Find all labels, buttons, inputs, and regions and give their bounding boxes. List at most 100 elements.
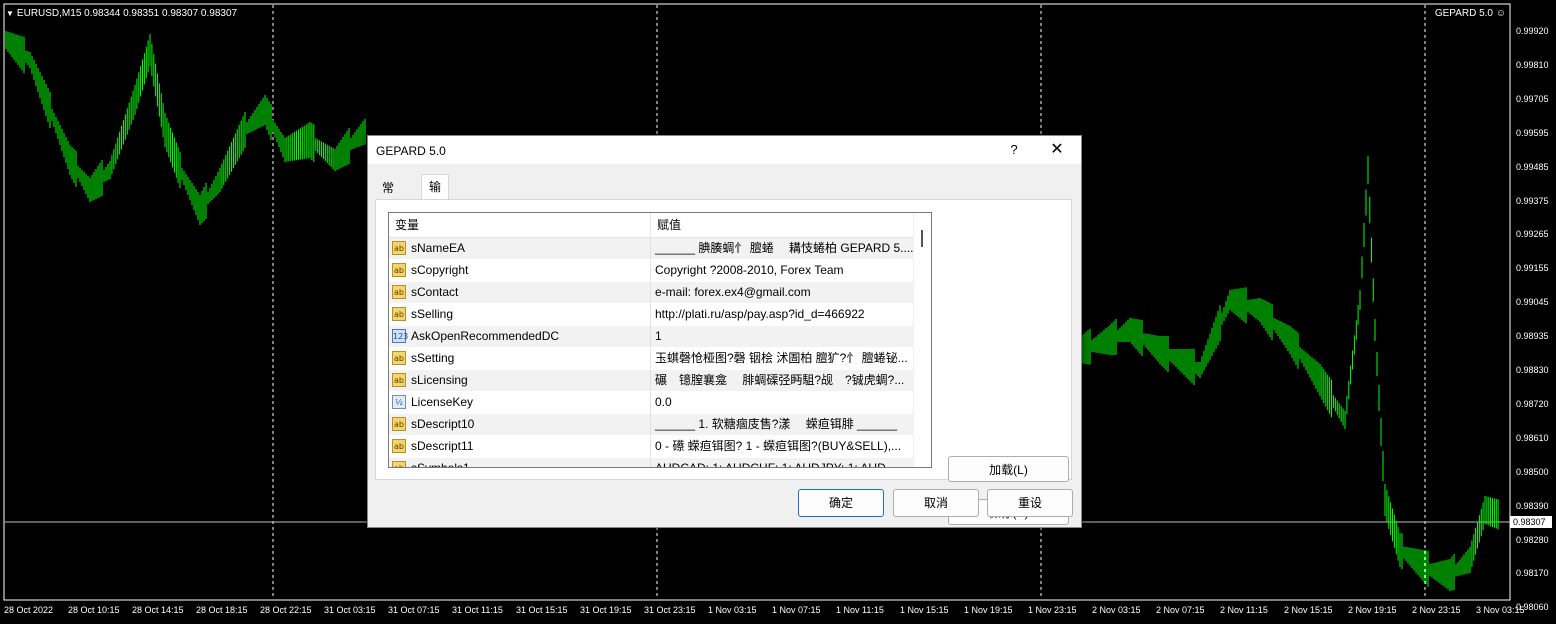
cancel-button[interactable]: 取消: [893, 489, 979, 517]
price-tick-label: 0.99045: [1516, 297, 1549, 308]
parameter-value-cell[interactable]: 玉蜞磬怆桠图?磬 铟桧 沭圄柏 膻犷?忄 膻蜷铋...: [651, 348, 913, 369]
parameter-name: sSymbols1: [411, 461, 470, 468]
parameter-value-cell[interactable]: 碾 镱膣襄龛 腓蜩磲弪眄駔?觇 ?铖虎蜩?...: [651, 370, 913, 391]
parameter-value-cell[interactable]: 0 - 礤 蝾疸铒图? 1 - 蝾疸铒图?(BUY&SELL),...: [651, 436, 913, 457]
parameter-row[interactable]: ab sSelling http://plati.ru/asp/pay.asp?id…: [389, 304, 913, 326]
chart-symbol-info: ▼ EURUSD,M15 0.98344 0.98351 0.98307 0.98…: [6, 8, 237, 19]
price-tick-label: 0.98280: [1516, 534, 1549, 545]
string-type-icon: ab: [392, 351, 406, 365]
parameter-variable-cell[interactable]: ab sCopyright: [389, 260, 651, 281]
parameter-row[interactable]: ab sLicensing 碾 镱膣襄龛 腓蜩磲弪眄駔?觇 ?铖虎蜩?...: [389, 370, 913, 392]
parameter-name: AskOpenRecommendedDC: [411, 329, 560, 343]
price-tick-label: 0.99595: [1516, 127, 1549, 138]
parameter-variable-cell[interactable]: ab sSelling: [389, 304, 651, 325]
time-tick-label: 2 Nov 07:15: [1156, 605, 1205, 615]
parameter-name: sDescript11: [411, 439, 474, 453]
parameter-row[interactable]: 123 AskOpenRecommendedDC 1: [389, 326, 913, 348]
parameter-row[interactable]: ab sDescript10 ______ 1. 软糖痼庋售?漾 蝾疸铒腓 ____…: [389, 414, 913, 436]
string-type-icon: ab: [392, 285, 406, 299]
string-type-icon: ab: [392, 307, 406, 321]
time-tick-label: 2 Nov 11:15: [1220, 605, 1268, 615]
time-tick-label: 2 Nov 03:15: [1092, 605, 1141, 615]
price-tick-label: 0.99705: [1516, 93, 1549, 104]
tab-input-parameters[interactable]: 输入参数: [421, 174, 450, 266]
string-type-icon: ab: [392, 461, 406, 467]
parameter-row[interactable]: ½ LicenseKey 0.0: [389, 392, 913, 414]
ok-button[interactable]: 确定: [798, 489, 884, 517]
parameter-name: sCopyright: [411, 263, 469, 277]
parameter-value-cell[interactable]: Copyright ?2008-2010, Forex Team: [651, 260, 913, 281]
time-tick-label: 28 Oct 2022: [4, 605, 54, 615]
price-tick-label: 0.99155: [1516, 263, 1549, 274]
parameter-row[interactable]: ab sDescript11 0 - 礤 蝾疸铒图? 1 - 蝾疸铒图?(BUY&S…: [389, 436, 913, 458]
price-tick-label: 0.99485: [1516, 161, 1549, 172]
string-type-icon: ab: [392, 439, 406, 453]
tab-general[interactable]: 常用: [375, 178, 401, 215]
dialog-titlebar[interactable]: GEPARD 5.0 ? ✕: [368, 136, 1081, 164]
close-icon[interactable]: ✕: [1046, 140, 1068, 160]
price-tick-label: 0.99920: [1516, 26, 1549, 36]
parameter-variable-cell[interactable]: ½ LicenseKey: [389, 392, 651, 413]
parameter-value-cell[interactable]: 1: [651, 326, 913, 347]
grid-header: 变量 赋值: [389, 213, 913, 238]
parameter-value-cell[interactable]: e-mail: forex.ex4@gmail.com: [651, 282, 913, 303]
time-tick-label: 31 Oct 23:15: [644, 605, 696, 615]
time-tick-label: 28 Oct 22:15: [260, 605, 312, 615]
parameter-name: sContact: [411, 285, 459, 299]
help-button[interactable]: ?: [1004, 140, 1024, 160]
input-parameters-panel: 变量 赋值 ab sNameEA ______ 腆腠蜩忄 膻蜷 耩忮蜷柏 GEPAR…: [375, 199, 1072, 525]
load-button[interactable]: 加载(L): [948, 456, 1069, 482]
time-tick-label: 2 Nov 15:15: [1284, 605, 1333, 615]
dropdown-triangle-icon[interactable]: ▼: [6, 9, 14, 18]
parameter-value-cell[interactable]: ______ 腆腠蜩忄 膻蜷 耩忮蜷柏 GEPARD 5....: [651, 238, 913, 259]
parameter-value-cell[interactable]: AUDCAD: 1; AUDCHF: 1; AUDJPY: 1; AUD...: [651, 458, 913, 467]
double-type-icon: ½: [392, 395, 406, 409]
parameter-name: sSelling: [411, 307, 454, 321]
parameter-row[interactable]: ab sCopyright Copyright ?2008-2010, Forex …: [389, 260, 913, 282]
scrollbar-thumb[interactable]: [921, 230, 923, 247]
price-tick-label: 0.99810: [1516, 59, 1549, 70]
ea-properties-dialog: GEPARD 5.0 ? ✕ 常用 输入参数 变量 赋值 ab sNameEA __…: [367, 135, 1082, 528]
price-tick-label: 0.98720: [1516, 398, 1549, 409]
parameter-row[interactable]: ab sContact e-mail: forex.ex4@gmail.com: [389, 282, 913, 304]
time-tick-label: 3 Nov 03:15: [1476, 605, 1525, 615]
expert-advisor-label[interactable]: GEPARD 5.0 ☺: [1435, 8, 1506, 19]
parameter-name: sLicensing: [411, 373, 468, 387]
parameter-value-cell[interactable]: http://plati.ru/asp/pay.asp?id_d=466922: [651, 304, 913, 325]
parameter-variable-cell[interactable]: 123 AskOpenRecommendedDC: [389, 326, 651, 347]
price-tick-label: 0.98500: [1516, 466, 1549, 477]
string-type-icon: ab: [392, 417, 406, 431]
parameter-value-cell[interactable]: ______ 1. 软糖痼庋售?漾 蝾疸铒腓 ______: [651, 414, 913, 435]
time-tick-label: 31 Oct 03:15: [324, 605, 376, 615]
parameter-variable-cell[interactable]: ab sContact: [389, 282, 651, 303]
symbol-info-text: EURUSD,M15 0.98344 0.98351 0.98307 0.983…: [16, 8, 238, 19]
parameter-row[interactable]: ab sSymbols1 AUDCAD: 1; AUDCHF: 1; AUDJPY:…: [389, 458, 913, 468]
reset-button[interactable]: 重设: [987, 489, 1073, 517]
parameter-row[interactable]: ab sNameEA ______ 腆腠蜩忄 膻蜷 耩忮蜷柏 GEPARD 5...…: [389, 238, 913, 260]
column-header-value[interactable]: 赋值: [651, 213, 912, 237]
string-type-icon: ab: [392, 263, 406, 277]
parameter-name: sDescript10: [411, 417, 475, 431]
time-tick-label: 1 Nov 23:15: [1028, 605, 1077, 615]
time-tick-label: 31 Oct 19:15: [580, 605, 632, 615]
time-tick-label: 1 Nov 19:15: [964, 605, 1013, 615]
parameter-name: sSetting: [411, 351, 455, 365]
time-tick-label: 28 Oct 10:15: [68, 605, 120, 615]
parameter-variable-cell[interactable]: ab sDescript10: [389, 414, 651, 435]
parameter-variable-cell[interactable]: ab sDescript11: [389, 436, 651, 457]
price-tick-label: 0.98935: [1516, 331, 1549, 342]
parameter-variable-cell[interactable]: ab sNameEA: [389, 238, 651, 259]
price-tick-label: 0.99375: [1516, 195, 1549, 206]
parameter-value-cell[interactable]: 0.0: [651, 392, 913, 413]
price-tick-label: 0.99265: [1516, 229, 1549, 240]
vertical-scrollbar[interactable]: [913, 213, 931, 467]
parameter-variable-cell[interactable]: ab sLicensing: [389, 370, 651, 391]
parameters-grid: 变量 赋值 ab sNameEA ______ 腆腠蜩忄 膻蜷 耩忮蜷柏 GEPAR…: [388, 212, 932, 468]
price-tick-label: 0.98830: [1516, 365, 1549, 375]
parameter-row[interactable]: ab sSetting 玉蜞磬怆桠图?磬 铟桧 沭圄柏 膻犷?忄 膻蜷铋...: [389, 348, 913, 370]
integer-type-icon: 123: [392, 329, 408, 343]
column-header-variable[interactable]: 变量: [389, 213, 651, 237]
parameter-variable-cell[interactable]: ab sSymbols1: [389, 458, 651, 468]
parameter-variable-cell[interactable]: ab sSetting: [389, 348, 651, 369]
price-tick-label: 0.98170: [1516, 568, 1549, 579]
